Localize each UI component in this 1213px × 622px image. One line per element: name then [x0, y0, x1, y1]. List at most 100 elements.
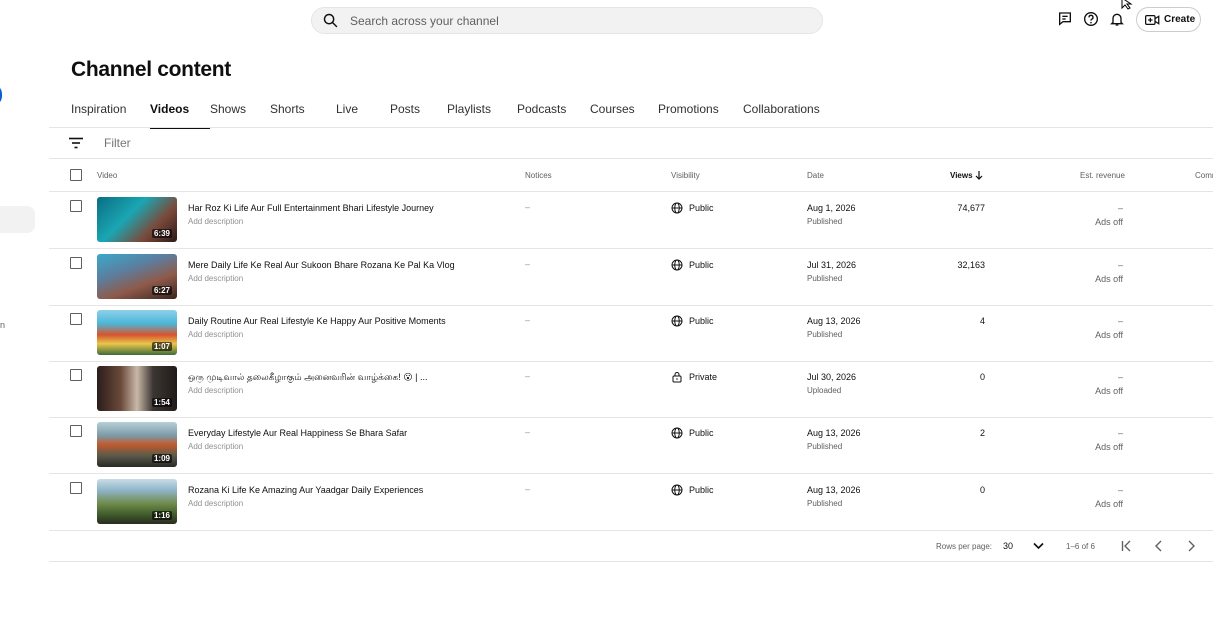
video-title[interactable]: ஒரு முடிவால் தலைகீழாகும் அனைவரின் வாழ்க்…	[188, 372, 427, 384]
globe-icon	[671, 259, 683, 271]
help-icon[interactable]	[1081, 9, 1101, 29]
visibility-selector[interactable]: Public	[671, 427, 714, 439]
duration-badge: 1:54	[151, 398, 172, 407]
notice-value: –	[525, 484, 531, 494]
create-button[interactable]: Create	[1136, 7, 1201, 32]
sidebar-avatar-edge[interactable]	[0, 84, 2, 106]
table-row[interactable]: 1:09 Everyday Lifestyle Aur Real Happine…	[49, 417, 1213, 474]
search-icon	[323, 13, 338, 28]
table-row[interactable]: 6:39 Har Roz Ki Life Aur Full Entertainm…	[49, 192, 1213, 249]
row-checkbox[interactable]	[70, 369, 82, 381]
video-title[interactable]: Daily Routine Aur Real Lifestyle Ke Happ…	[188, 316, 446, 326]
chevron-down-icon[interactable]	[1033, 542, 1044, 550]
table-row[interactable]: 1:54 ஒரு முடிவால் தலைகீழாகும் அனைவரின் வ…	[49, 361, 1213, 418]
video-views: 32,163	[957, 260, 985, 270]
column-revenue[interactable]: Est. revenue	[1080, 171, 1125, 180]
video-title[interactable]: Rozana Ki Life Ke Amazing Aur Yaadgar Da…	[188, 485, 423, 495]
video-title[interactable]: Everyday Lifestyle Aur Real Happiness Se…	[188, 428, 407, 438]
video-thumbnail[interactable]: 6:27	[97, 254, 177, 299]
tab-live[interactable]: Live	[336, 102, 390, 128]
rows-per-page-value[interactable]: 30	[1003, 541, 1013, 551]
globe-icon	[671, 202, 683, 214]
video-description[interactable]: Add description	[188, 386, 243, 395]
rows-per-page-label: Rows per page:	[936, 542, 993, 551]
video-revenue: –	[1117, 372, 1123, 382]
video-revenue: –	[1117, 485, 1123, 495]
sidebar-item-content[interactable]	[0, 206, 35, 233]
visibility-label: Public	[689, 260, 714, 270]
video-status: Published	[807, 442, 843, 451]
table-row[interactable]: 1:16 Rozana Ki Life Ke Amazing Aur Yaadg…	[49, 474, 1213, 531]
page-title: Channel content	[71, 58, 232, 81]
video-status: Published	[807, 499, 843, 508]
video-views: 0	[979, 372, 985, 382]
visibility-selector[interactable]: Private	[671, 371, 717, 383]
video-thumbnail[interactable]: 1:07	[97, 310, 177, 355]
video-thumbnail[interactable]: 1:54	[97, 366, 177, 411]
visibility-selector[interactable]: Public	[671, 202, 714, 214]
column-date[interactable]: Date	[807, 171, 824, 180]
ads-status: Ads off	[1095, 330, 1123, 340]
sort-down-arrow-icon[interactable]	[975, 171, 983, 180]
video-views: 4	[979, 316, 985, 326]
select-all-checkbox[interactable]	[70, 169, 82, 181]
row-checkbox[interactable]	[70, 200, 82, 212]
tab-shorts[interactable]: Shorts	[270, 102, 336, 128]
visibility-selector[interactable]: Public	[671, 259, 714, 271]
column-comments[interactable]: Comm	[1195, 171, 1213, 180]
video-description[interactable]: Add description	[188, 274, 243, 283]
ads-status: Ads off	[1095, 274, 1123, 284]
table-row[interactable]: 6:27 Mere Daily Life Ke Real Aur Sukoon …	[49, 249, 1213, 306]
row-checkbox[interactable]	[70, 313, 82, 325]
tab-playlists[interactable]: Playlists	[447, 102, 517, 128]
duration-badge: 1:07	[151, 342, 172, 351]
previous-page-icon[interactable]	[1154, 540, 1164, 552]
tab-promotions[interactable]: Promotions	[658, 102, 743, 128]
tab-inspiration[interactable]: Inspiration	[71, 102, 150, 128]
video-description[interactable]: Add description	[188, 442, 243, 451]
video-views: 0	[979, 485, 985, 495]
tab-shows[interactable]: Shows	[210, 102, 270, 128]
tab-podcasts[interactable]: Podcasts	[517, 102, 590, 128]
next-page-icon[interactable]	[1186, 540, 1196, 552]
content-tabs: Inspiration Videos Shows Shorts Live Pos…	[71, 102, 833, 129]
video-description[interactable]: Add description	[188, 499, 243, 508]
tab-posts[interactable]: Posts	[390, 102, 447, 128]
first-page-icon[interactable]	[1121, 540, 1133, 552]
video-description[interactable]: Add description	[188, 217, 243, 226]
duration-badge: 6:39	[151, 229, 172, 238]
video-status: Published	[807, 274, 843, 283]
tab-courses[interactable]: Courses	[590, 102, 658, 128]
video-status: Published	[807, 330, 843, 339]
row-checkbox[interactable]	[70, 482, 82, 494]
video-thumbnail[interactable]: 6:39	[97, 197, 177, 242]
video-description[interactable]: Add description	[188, 330, 243, 339]
filter-input[interactable]	[104, 136, 404, 150]
create-video-icon	[1145, 14, 1160, 25]
visibility-label: Public	[689, 428, 714, 438]
duration-badge: 6:27	[151, 286, 172, 295]
video-title[interactable]: Mere Daily Life Ke Real Aur Sukoon Bhare…	[188, 260, 455, 270]
search-bar[interactable]	[311, 7, 823, 34]
row-checkbox[interactable]	[70, 425, 82, 437]
video-title[interactable]: Har Roz Ki Life Aur Full Entertainment B…	[188, 203, 434, 213]
visibility-selector[interactable]: Public	[671, 315, 714, 327]
video-status: Published	[807, 217, 843, 226]
notifications-bell-icon[interactable]	[1107, 9, 1127, 29]
column-views[interactable]: Views	[950, 171, 973, 180]
ads-status: Ads off	[1095, 499, 1123, 509]
video-date: Aug 13, 2026	[807, 428, 861, 438]
tab-collaborations[interactable]: Collaborations	[743, 102, 833, 128]
video-thumbnail[interactable]: 1:16	[97, 479, 177, 524]
video-thumbnail[interactable]: 1:09	[97, 422, 177, 467]
search-input[interactable]	[350, 13, 770, 28]
tab-videos[interactable]: Videos	[150, 102, 210, 129]
lock-icon	[672, 372, 682, 383]
filter-icon[interactable]	[68, 135, 84, 151]
visibility-selector[interactable]: Public	[671, 484, 714, 496]
table-row[interactable]: 1:07 Daily Routine Aur Real Lifestyle Ke…	[49, 305, 1213, 362]
row-checkbox[interactable]	[70, 257, 82, 269]
table-header: Video Notices Visibility Date Views Est.…	[49, 159, 1213, 192]
column-visibility: Visibility	[671, 171, 700, 180]
feedback-icon[interactable]	[1055, 9, 1075, 29]
